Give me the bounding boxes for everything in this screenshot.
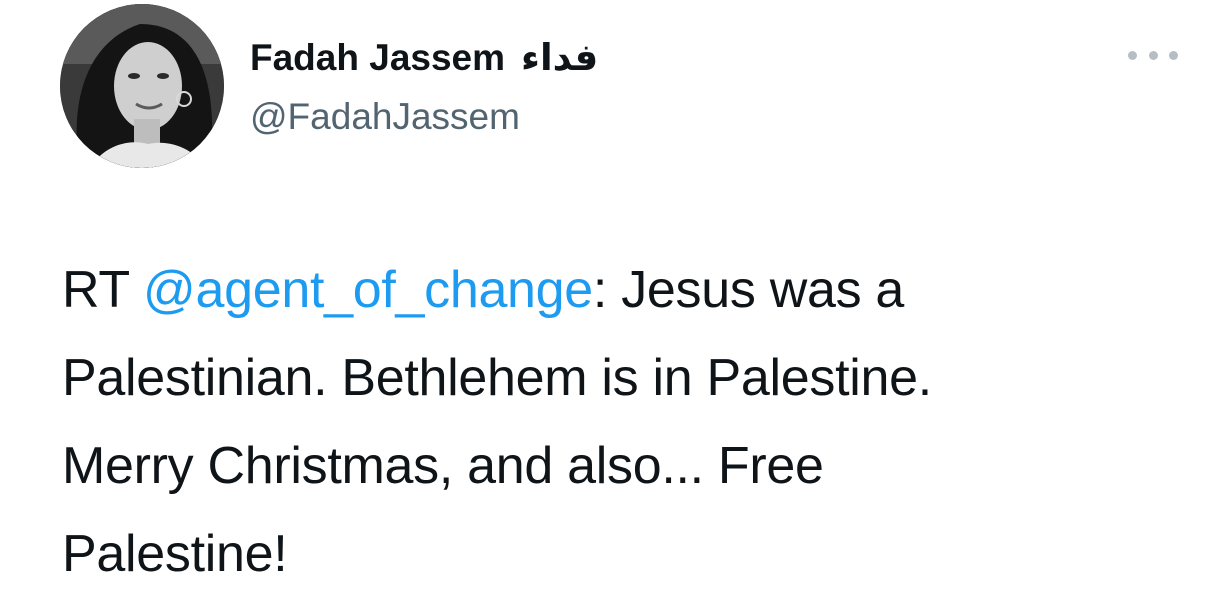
tweet-card[interactable]: Fadah Jassem فداء @FadahJassem RT @agent_…: [0, 0, 1207, 594]
avatar-photo: [60, 4, 224, 168]
avatar[interactable]: [60, 4, 224, 168]
display-name[interactable]: Fadah Jassem فداء: [250, 36, 598, 80]
more-options-button[interactable]: [1128, 40, 1178, 70]
tweet-text-line-2: Palestinian. Bethlehem is in Palestine.: [62, 349, 932, 407]
tweet-text: RT @agent_of_change: Jesus was a Palesti…: [62, 246, 1192, 598]
tweet-text-line-4: Palestine!: [62, 525, 288, 583]
more-horizontal-icon: [1128, 50, 1137, 60]
display-name-text: Fadah Jassem: [250, 37, 506, 78]
tweet-text-line-3: Merry Christmas, and also... Free: [62, 437, 824, 495]
more-horizontal-icon-dot: [1169, 50, 1178, 60]
mention-link[interactable]: @agent_of_change: [143, 261, 593, 319]
retweet-prefix: RT: [62, 261, 143, 319]
tweet-text-line-1: RT @agent_of_change: Jesus was a: [62, 246, 1192, 334]
more-horizontal-icon-dot: [1148, 50, 1158, 60]
display-name-arabic: فداء: [521, 36, 599, 79]
tweet-text-line-1-rest: : Jesus was a: [592, 261, 905, 319]
user-handle[interactable]: @FadahJassem: [250, 95, 520, 139]
